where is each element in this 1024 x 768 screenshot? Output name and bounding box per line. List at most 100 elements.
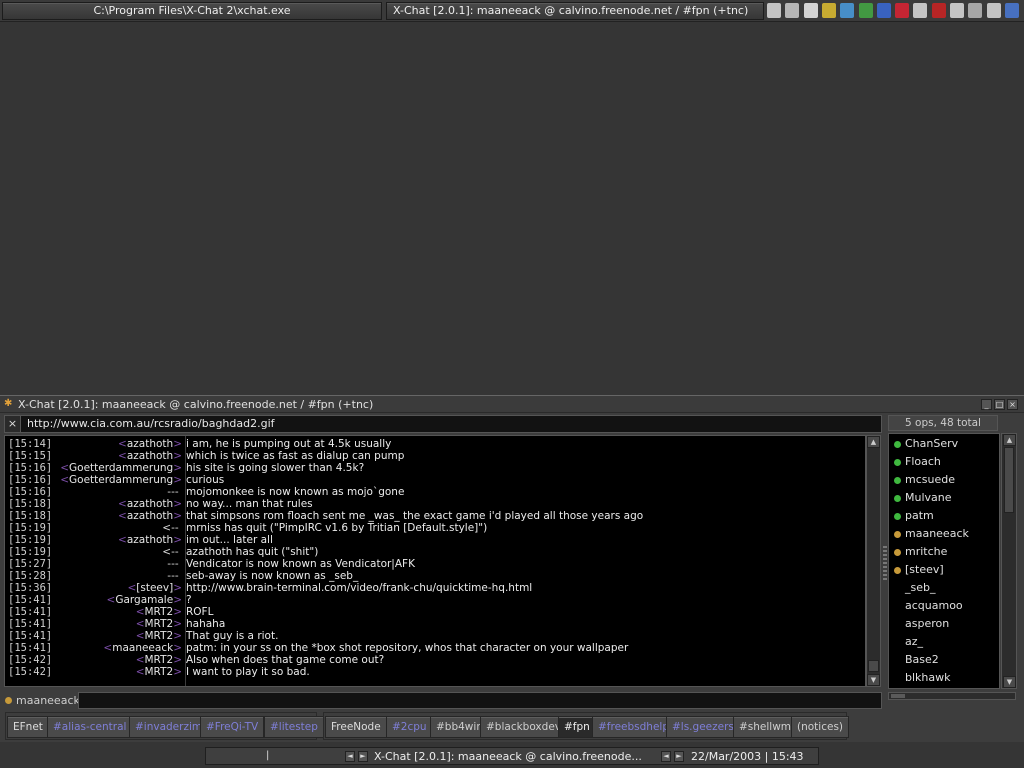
chat-message-text: mojomonkee is now known as mojo`gone bbox=[186, 486, 405, 498]
user-list-item[interactable]: patm bbox=[889, 507, 999, 525]
page-icon[interactable] bbox=[803, 3, 818, 18]
user-list[interactable]: ChanServ Floach mcsuede Mulvane patm maaneeac… bbox=[888, 433, 1000, 689]
user-list-item[interactable]: Floach bbox=[889, 453, 999, 471]
userlist-hscroll-thumb[interactable] bbox=[891, 694, 905, 698]
chat-nick[interactable]: <Goetterdammerung> bbox=[45, 474, 182, 486]
panel-prev2-arrow-icon[interactable]: ◄ bbox=[661, 751, 671, 762]
user-list-item[interactable]: mcsuede bbox=[889, 471, 999, 489]
panel-separator: | bbox=[266, 750, 270, 761]
network-icon[interactable] bbox=[767, 3, 781, 18]
minimize-button[interactable]: _ bbox=[981, 399, 992, 410]
chat-nick[interactable]: <azathoth> bbox=[45, 438, 182, 450]
user-list-item[interactable]: acquamoo bbox=[889, 597, 999, 615]
chat-nick[interactable]: --- bbox=[45, 486, 182, 498]
maximize-button[interactable]: □ bbox=[994, 399, 1005, 410]
monitor-icon[interactable] bbox=[968, 3, 983, 18]
chat-nick[interactable]: <[steev]> bbox=[45, 582, 182, 594]
speaker-icon[interactable] bbox=[950, 3, 964, 18]
chat-scrollbar[interactable]: ▲ ▼ bbox=[866, 435, 881, 687]
tab-notices[interactable]: (notices) bbox=[791, 716, 850, 738]
ati-icon[interactable] bbox=[931, 3, 946, 18]
tab-2cpu[interactable]: #2cpu bbox=[386, 716, 433, 738]
tab-fpn[interactable]: #fpn bbox=[558, 716, 596, 738]
chat-line: [15:18] <azathoth> that simpsons rom floac… bbox=[5, 510, 865, 522]
scroll-up-arrow-icon[interactable]: ▲ bbox=[867, 436, 880, 448]
chat-nick[interactable]: <-- bbox=[45, 522, 182, 534]
recycle-icon[interactable] bbox=[858, 3, 873, 18]
tab-invaderzim[interactable]: #invaderzim bbox=[129, 716, 209, 738]
tab-freenode[interactable]: FreeNode bbox=[325, 716, 387, 738]
chat-nick[interactable]: <maaneeack> bbox=[45, 642, 182, 654]
chat-line: [15:19] <-- azathoth has quit ("shit") bbox=[5, 546, 865, 558]
chat-nick[interactable]: <azathoth> bbox=[45, 510, 182, 522]
book-icon[interactable] bbox=[895, 3, 910, 18]
userlist-horizontal-scrollbar[interactable] bbox=[888, 692, 1016, 700]
user-name: mritche bbox=[905, 545, 948, 558]
chat-message-text: hahaha bbox=[186, 618, 226, 630]
panel-task-xchat[interactable]: X-Chat [2.0.1]: maaneeack @ calvino.free… bbox=[374, 750, 642, 763]
chat-text-area[interactable]: [15:14] <azathoth> i am, he is pumping out… bbox=[4, 435, 866, 687]
user-list-item[interactable]: _seb_ bbox=[889, 579, 999, 597]
op-status-icon bbox=[894, 441, 901, 448]
message-input[interactable] bbox=[78, 692, 882, 709]
pane-resize-handle[interactable] bbox=[883, 546, 887, 582]
userlist-scroll-down-icon[interactable]: ▼ bbox=[1003, 676, 1016, 688]
userlist-scroll-thumb[interactable] bbox=[1004, 447, 1014, 513]
shield-icon[interactable] bbox=[1004, 3, 1019, 18]
user-list-item[interactable]: ChanServ bbox=[889, 435, 999, 453]
chat-nick[interactable]: <azathoth> bbox=[45, 498, 182, 510]
chat-nick[interactable]: <MRT2> bbox=[45, 618, 182, 630]
panel-next-arrow-icon[interactable]: ► bbox=[358, 751, 368, 762]
globe-icon[interactable] bbox=[840, 3, 855, 18]
user-list-item[interactable]: asperon bbox=[889, 615, 999, 633]
topic-close-button[interactable]: × bbox=[5, 416, 21, 432]
tab-efnet[interactable]: EFnet bbox=[7, 716, 49, 738]
tab-alias-central[interactable]: #alias-central bbox=[47, 716, 133, 738]
chat-scroll-thumb[interactable] bbox=[868, 660, 879, 672]
taskbar-task-xchat-window[interactable]: X-Chat [2.0.1]: maaneeack @ calvino.free… bbox=[386, 2, 764, 20]
topic-text[interactable]: http://www.cia.com.au/rcsradio/baghdad2.… bbox=[27, 417, 275, 430]
scroll-down-arrow-icon[interactable]: ▼ bbox=[867, 674, 880, 686]
chat-nick[interactable]: <MRT2> bbox=[45, 654, 182, 666]
chat-line: [15:19] <azathoth> im out... later all bbox=[5, 534, 865, 546]
taskbar-task-xchat-exe[interactable]: C:\Program Files\X-Chat 2\xchat.exe bbox=[2, 2, 382, 20]
tab-blackboxdev[interactable]: #blackboxdev bbox=[480, 716, 567, 738]
globe-blue-icon[interactable] bbox=[876, 3, 891, 18]
nick-button[interactable]: maaneeack bbox=[16, 694, 80, 707]
chat-nick[interactable]: <azathoth> bbox=[45, 450, 182, 462]
chat-nick[interactable]: <MRT2> bbox=[45, 630, 182, 642]
user-list-item[interactable]: mritche bbox=[889, 543, 999, 561]
chat-nick[interactable]: --- bbox=[45, 558, 182, 570]
user-list-item[interactable]: blkhawk bbox=[889, 669, 999, 687]
tab-freqi-tv[interactable]: #FreQi-TV bbox=[200, 716, 265, 738]
window-titlebar[interactable]: ✱ X-Chat [2.0.1]: maaneeack @ calvino.fr… bbox=[0, 396, 1024, 413]
chat-nick[interactable]: <MRT2> bbox=[45, 666, 182, 678]
document-icon[interactable] bbox=[785, 3, 800, 18]
chat-nick[interactable]: --- bbox=[45, 570, 182, 582]
tab-freebsdhelp[interactable]: #freebsdhelp bbox=[592, 716, 675, 738]
topic-bar: × http://www.cia.com.au/rcsradio/baghdad… bbox=[4, 415, 882, 433]
user-list-item[interactable]: [steev] bbox=[889, 561, 999, 579]
tab-ls-geezers[interactable]: #ls.geezers bbox=[666, 716, 740, 738]
voice-status-icon bbox=[894, 549, 901, 556]
userlist-scroll-up-icon[interactable]: ▲ bbox=[1003, 434, 1016, 446]
tab-shellwm[interactable]: #shellwm bbox=[733, 716, 798, 738]
userlist-scrollbar[interactable]: ▲ ▼ bbox=[1001, 433, 1017, 689]
eye-icon[interactable] bbox=[913, 3, 928, 18]
chat-nick[interactable]: <-- bbox=[45, 546, 182, 558]
chat-nick[interactable]: <azathoth> bbox=[45, 534, 182, 546]
radiation-icon[interactable] bbox=[821, 3, 836, 18]
op-status-icon bbox=[894, 459, 901, 466]
user-list-item[interactable]: az_ bbox=[889, 633, 999, 651]
chat-nick[interactable]: <Gargamale> bbox=[45, 594, 182, 606]
close-button[interactable]: × bbox=[1007, 399, 1018, 410]
chat-nick[interactable]: <MRT2> bbox=[45, 606, 182, 618]
user-list-item[interactable]: maaneeack bbox=[889, 525, 999, 543]
tab-litestep[interactable]: #litestep bbox=[264, 716, 324, 738]
user-list-item[interactable]: Base2 bbox=[889, 651, 999, 669]
panel-next2-arrow-icon[interactable]: ► bbox=[674, 751, 684, 762]
panel-prev-arrow-icon[interactable]: ◄ bbox=[345, 751, 355, 762]
network-alt-icon[interactable] bbox=[986, 3, 1001, 18]
chat-nick[interactable]: <Goetterdammerung> bbox=[45, 462, 182, 474]
user-list-item[interactable]: Mulvane bbox=[889, 489, 999, 507]
